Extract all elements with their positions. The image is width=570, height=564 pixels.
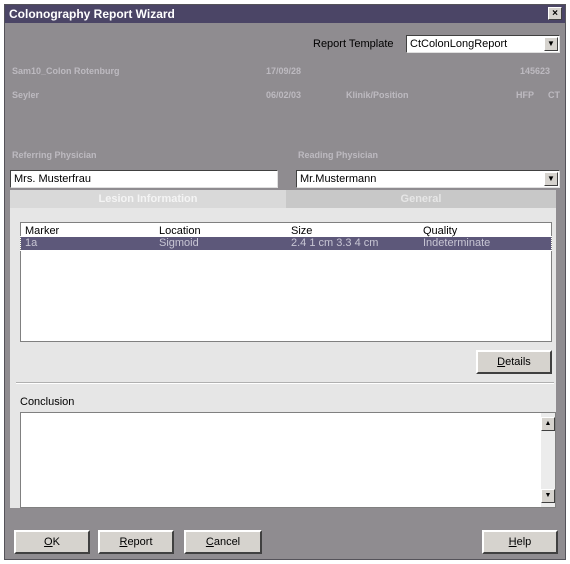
tab-general[interactable]: General	[286, 190, 556, 208]
section-divider	[16, 382, 554, 384]
help-button[interactable]: Help	[482, 530, 558, 554]
cell-location: Sigmoid	[159, 237, 199, 249]
reading-physician-label: Reading Physician	[298, 150, 379, 160]
patient-id: 145623	[520, 66, 551, 76]
report-button[interactable]: Report	[98, 530, 174, 554]
reading-physician-value: Mr.Mustermann	[300, 173, 377, 185]
tab-lesion-information[interactable]: Lesion Information	[10, 190, 286, 208]
close-button[interactable]: ×	[548, 7, 562, 20]
scroll-down-icon[interactable]: ▼	[541, 489, 555, 503]
report-template-value: CtColonLongReport	[410, 38, 508, 50]
patient-institution: Klinik/Position	[346, 90, 409, 100]
details-button[interactable]: Details	[476, 350, 552, 374]
lesion-list[interactable]: Marker Location Size Quality 1a Sigmoid …	[20, 222, 552, 342]
cancel-button[interactable]: Cancel	[184, 530, 262, 554]
column-header-quality[interactable]: Quality	[423, 225, 457, 237]
cell-size: 2.4 1 cm 3.3 4 cm	[291, 237, 379, 249]
title-bar[interactable]: Colonography Report Wizard ×	[5, 5, 565, 23]
cell-marker: 1a	[25, 237, 38, 249]
patient-modality: CT	[548, 90, 560, 100]
dropdown-arrow-icon[interactable]: ▼	[544, 37, 558, 51]
patient-secondary-name: Seyler	[12, 90, 40, 100]
conclusion-textarea[interactable]: ▲ ▼	[20, 412, 556, 508]
report-template-label: Report Template	[313, 38, 394, 50]
report-template-select[interactable]: CtColonLongReport ▼	[406, 35, 560, 53]
patient-name: Sam10_Colon Rotenburg	[12, 66, 120, 76]
window-title: Colonography Report Wizard	[9, 7, 175, 21]
referring-physician-input[interactable]: Mrs. Musterfrau	[10, 170, 278, 188]
patient-position: HFP	[516, 90, 534, 100]
column-header-size[interactable]: Size	[291, 225, 312, 237]
dropdown-arrow-icon[interactable]: ▼	[544, 172, 558, 186]
patient-date: 17/09/28	[266, 66, 302, 76]
conclusion-scrollbar[interactable]: ▲ ▼	[541, 413, 555, 507]
column-header-marker[interactable]: Marker	[25, 225, 59, 237]
conclusion-label: Conclusion	[20, 396, 75, 408]
scroll-up-icon[interactable]: ▲	[541, 417, 555, 431]
column-header-location[interactable]: Location	[159, 225, 201, 237]
table-row[interactable]: 1a Sigmoid 2.4 1 cm 3.3 4 cm Indetermina…	[20, 236, 552, 251]
referring-physician-label: Referring Physician	[12, 150, 97, 160]
cell-quality: Indeterminate	[423, 237, 491, 249]
ok-button[interactable]: OK	[14, 530, 90, 554]
patient-secondary-date: 06/02/03	[266, 90, 302, 100]
reading-physician-select[interactable]: Mr.Mustermann ▼	[296, 170, 560, 188]
